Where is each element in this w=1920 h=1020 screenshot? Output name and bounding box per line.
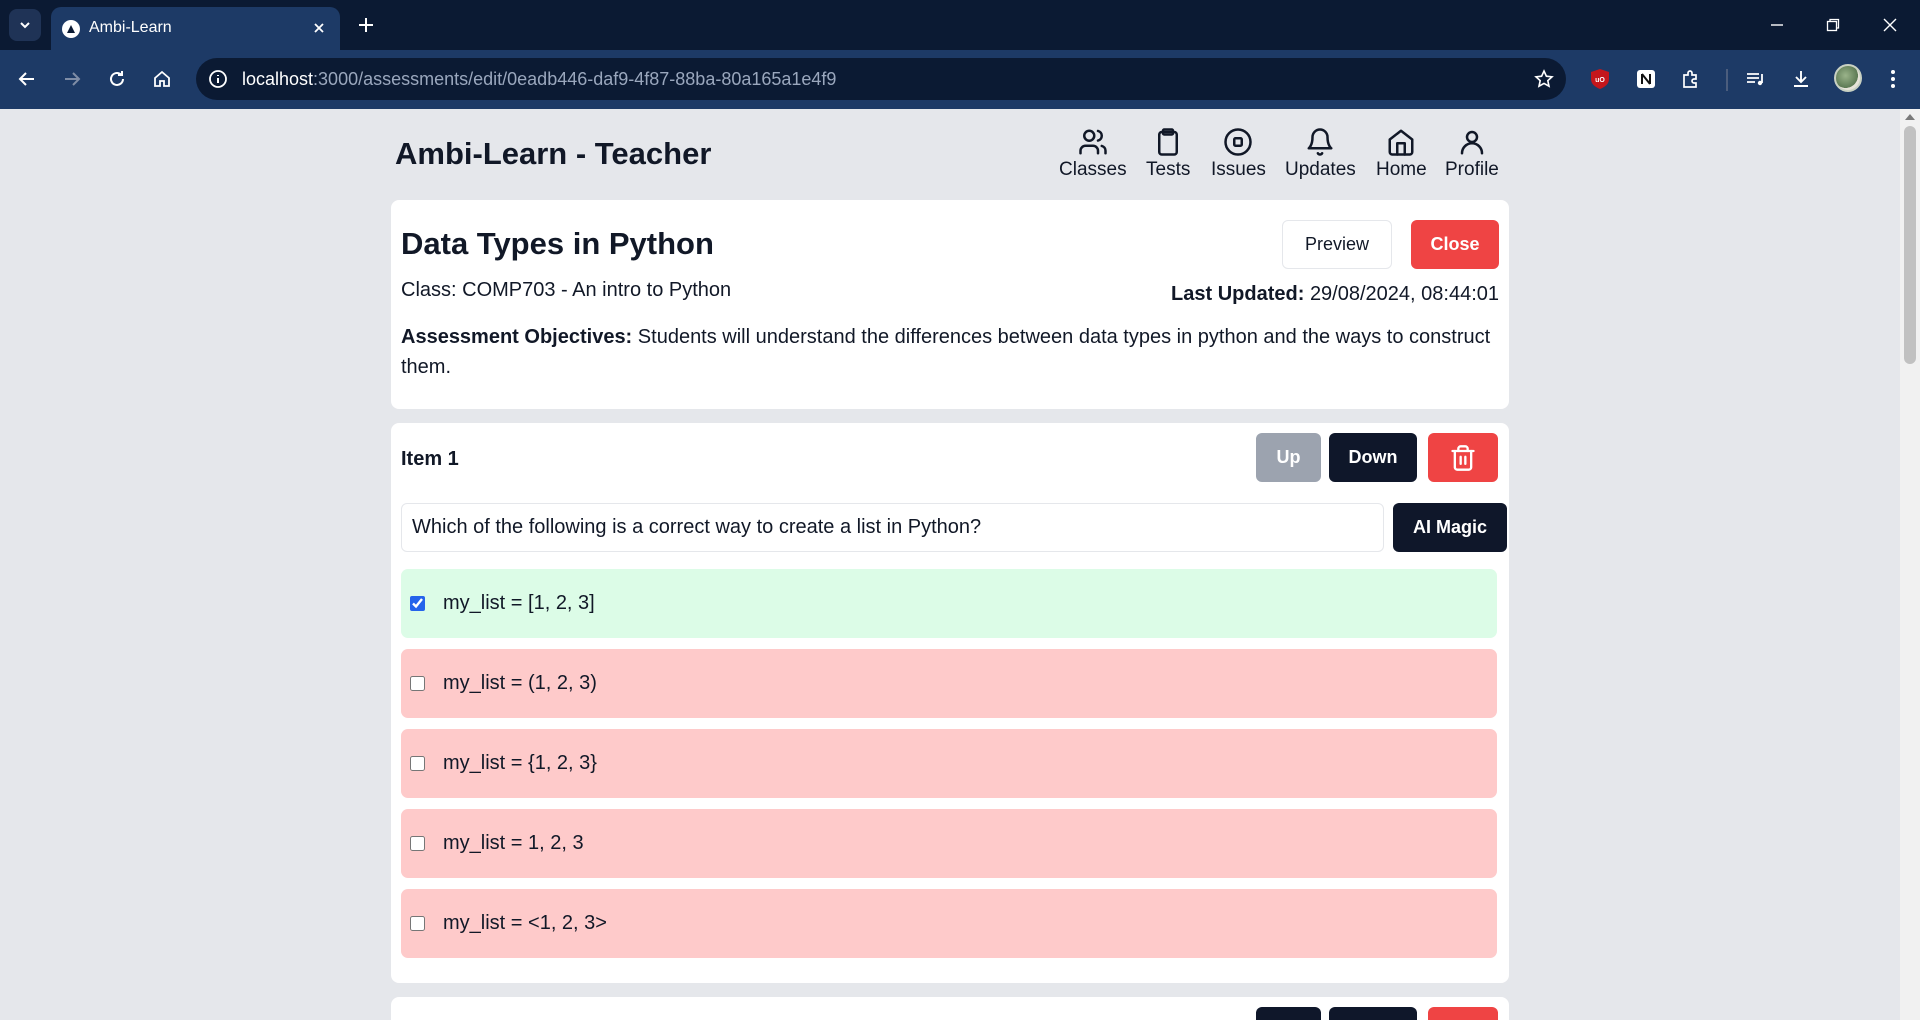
nav-issues[interactable]: Issues: [1211, 127, 1266, 181]
answer-option-2[interactable]: my_list = (1, 2, 3): [401, 649, 1497, 718]
nav-label: Profile: [1445, 159, 1499, 180]
page-scrollbar[interactable]: [1900, 109, 1920, 1020]
assessment-objectives: Assessment Objectives: Students will und…: [401, 322, 1491, 382]
restore-icon[interactable]: [1818, 10, 1848, 40]
correct-checkbox[interactable]: [410, 676, 425, 691]
ublock-extension-icon[interactable]: uO: [1585, 64, 1615, 94]
answer-option-1[interactable]: my_list = [1, 2, 3]: [401, 569, 1497, 638]
stop-circle-icon: [1224, 128, 1253, 156]
nav-tests[interactable]: Tests: [1146, 127, 1190, 181]
nav-home[interactable]: Home: [1376, 127, 1427, 181]
clipboard-icon: [1158, 128, 1179, 156]
home-icon: [1388, 129, 1414, 156]
correct-checkbox[interactable]: [410, 756, 425, 771]
close-window-icon[interactable]: [1875, 10, 1905, 40]
app-title: Ambi-Learn - Teacher: [395, 136, 712, 171]
answer-text: my_list = [1, 2, 3]: [443, 592, 595, 614]
assessment-class: Class: COMP703 - An intro to Python: [401, 279, 732, 301]
answer-text: my_list = {1, 2, 3}: [443, 752, 597, 774]
tab-title: Ambi-Learn: [89, 19, 172, 36]
nav-label: Issues: [1211, 159, 1266, 180]
svg-text:uO: uO: [1595, 77, 1605, 84]
move-up-button[interactable]: Up: [1256, 433, 1321, 482]
scroll-thumb[interactable]: [1904, 126, 1916, 364]
address-bar[interactable]: localhost:3000/assessments/edit/0eadb446…: [196, 58, 1566, 100]
media-queue-icon[interactable]: [1741, 64, 1771, 94]
delete-item-button[interactable]: [1428, 1007, 1498, 1020]
correct-checkbox[interactable]: [410, 836, 425, 851]
home-browser-icon[interactable]: [147, 64, 177, 94]
next-item-card: [391, 997, 1509, 1020]
last-updated-label: Last Updated:: [1171, 283, 1305, 305]
site-info-icon[interactable]: [206, 67, 230, 91]
users-icon: [1079, 129, 1107, 155]
answer-text: my_list = (1, 2, 3): [443, 672, 597, 694]
nav-label: Tests: [1146, 159, 1191, 180]
chevron-down-icon: [20, 22, 30, 29]
correct-checkbox[interactable]: [410, 916, 425, 931]
page-viewport: Ambi-Learn - Teacher Classes Tests Issue…: [0, 109, 1900, 1020]
notion-extension-icon[interactable]: [1631, 64, 1661, 94]
url-text[interactable]: localhost:3000/assessments/edit/0eadb446…: [242, 69, 836, 90]
move-up-button[interactable]: [1256, 1007, 1321, 1020]
bell-icon: [1307, 128, 1333, 156]
nav-profile[interactable]: Profile: [1445, 127, 1499, 181]
back-arrow-icon[interactable]: [12, 64, 42, 94]
preview-button[interactable]: Preview: [1282, 220, 1392, 269]
move-down-button[interactable]: Down: [1329, 433, 1417, 482]
browser-toolbar: localhost:3000/assessments/edit/0eadb446…: [0, 50, 1920, 109]
last-updated-value: 29/08/2024, 08:44:01: [1309, 283, 1499, 305]
triangle-logo-icon: [62, 20, 80, 38]
answer-text: my_list = 1, 2, 3: [443, 832, 584, 854]
forward-arrow-icon[interactable]: [57, 64, 87, 94]
browser-tab-bar: Ambi-Learn: [0, 0, 1920, 50]
scroll-up-arrow-icon[interactable]: [1905, 114, 1915, 120]
answer-option-4[interactable]: my_list = 1, 2, 3: [401, 809, 1497, 878]
last-updated: Last Updated: 29/08/2024, 08:44:01: [1171, 283, 1499, 306]
answer-option-5[interactable]: my_list = <1, 2, 3>: [401, 889, 1497, 958]
kebab-menu-icon[interactable]: [1878, 64, 1908, 94]
assessment-header-card: Data Types in Python Preview Close Class…: [391, 200, 1509, 409]
question-input[interactable]: [401, 503, 1384, 552]
nav-label: Home: [1376, 159, 1427, 180]
trash-icon: [1451, 444, 1475, 471]
nav-label: Classes: [1059, 159, 1127, 180]
item-card: Item 1 Up Down AI Magic my_list = [1, 2,…: [391, 423, 1509, 983]
nav-updates[interactable]: Updates: [1285, 127, 1356, 181]
extensions-puzzle-icon[interactable]: [1676, 64, 1706, 94]
delete-item-button[interactable]: [1428, 433, 1498, 482]
close-tab-icon[interactable]: [308, 17, 330, 39]
user-icon: [1460, 130, 1484, 155]
browser-tab[interactable]: Ambi-Learn: [51, 7, 340, 50]
objectives-label: Assessment Objectives:: [401, 326, 633, 348]
new-tab-plus-icon[interactable]: [352, 11, 380, 39]
bookmark-star-icon[interactable]: [1532, 67, 1556, 91]
toolbar-separator: [1726, 69, 1728, 91]
move-down-button[interactable]: [1329, 1007, 1417, 1020]
answer-option-3[interactable]: my_list = {1, 2, 3}: [401, 729, 1497, 798]
assessment-title: Data Types in Python: [401, 226, 714, 261]
profile-avatar[interactable]: [1834, 64, 1862, 92]
correct-checkbox[interactable]: [410, 596, 425, 611]
item-title: Item 1: [401, 448, 459, 470]
minimize-icon[interactable]: [1762, 10, 1792, 40]
reload-icon[interactable]: [102, 64, 132, 94]
nav-label: Updates: [1285, 159, 1356, 180]
nav-classes[interactable]: Classes: [1059, 127, 1127, 181]
ai-magic-button[interactable]: AI Magic: [1393, 503, 1507, 552]
answer-text: my_list = <1, 2, 3>: [443, 912, 607, 934]
close-button[interactable]: Close: [1411, 220, 1499, 269]
url-path: :3000/assessments/edit/0eadb446-daf9-4f8…: [313, 69, 837, 89]
tab-search-button[interactable]: [9, 9, 41, 41]
download-icon[interactable]: [1786, 64, 1816, 94]
url-host: localhost: [242, 69, 314, 89]
